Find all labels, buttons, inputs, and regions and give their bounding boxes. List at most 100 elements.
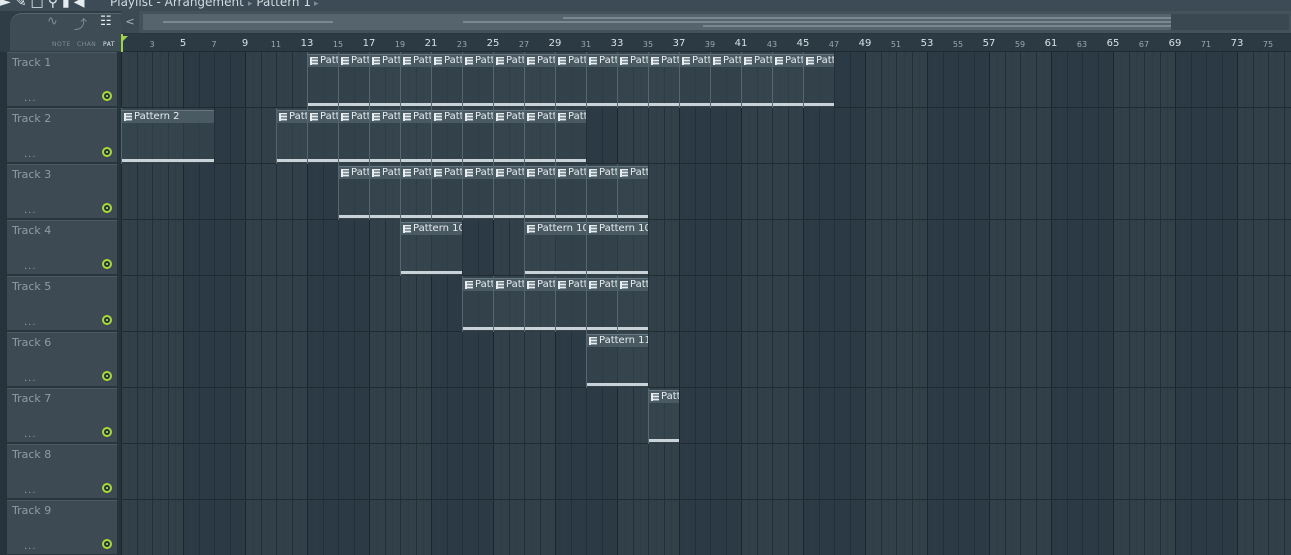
pattern-clip[interactable]: Pattern 1 — [586, 52, 617, 108]
pattern-clip[interactable]: Pattern 10 — [524, 220, 586, 276]
track-lane[interactable] — [121, 164, 1291, 220]
pattern-clip-header[interactable]: Pattern 1 — [370, 54, 400, 67]
pattern-clip-header[interactable]: Pattern 3 — [277, 110, 307, 123]
pattern-clip-header[interactable]: Pattern 10 — [587, 222, 648, 235]
track-name[interactable]: Track 5 — [12, 280, 51, 293]
pattern-clip-header[interactable]: Pattern 8 — [463, 278, 493, 291]
pattern-menu-icon[interactable] — [744, 57, 752, 65]
track-mute-toggle[interactable] — [102, 259, 112, 269]
pattern-clip[interactable]: Pattern 4 — [400, 164, 431, 220]
piano-icon[interactable]: ☷ — [100, 14, 112, 29]
track-options-button[interactable]: ... — [24, 429, 37, 440]
pattern-clip-header[interactable]: Pattern 3 — [494, 110, 524, 123]
pattern-clip-header[interactable]: Pattern 8 — [618, 278, 648, 291]
pattern-clip[interactable]: Pattern 1 — [369, 52, 400, 108]
pattern-menu-icon[interactable] — [372, 113, 380, 121]
pattern-clip[interactable]: Pattern 4 — [369, 164, 400, 220]
pattern-menu-icon[interactable] — [651, 393, 659, 401]
pattern-menu-icon[interactable] — [465, 281, 473, 289]
track-options-button[interactable]: ... — [24, 317, 37, 328]
pattern-clip[interactable]: Pattern 10 — [586, 220, 648, 276]
pattern-menu-icon[interactable] — [496, 57, 504, 65]
note-filter-button[interactable]: NOTE — [52, 41, 71, 48]
pattern-menu-icon[interactable] — [527, 225, 535, 233]
pattern-clip-header[interactable]: Pattern 3 — [463, 110, 493, 123]
pattern-clip[interactable]: Pattern 10 — [400, 220, 462, 276]
pattern-clip-header[interactable]: Pattern 11 — [587, 334, 648, 347]
track-options-button[interactable]: ... — [24, 373, 37, 384]
pattern-menu-icon[interactable] — [558, 57, 566, 65]
pattern-clip-header[interactable]: Pattern 1 — [804, 54, 834, 67]
pattern-clip[interactable]: Pattern 3 — [462, 108, 493, 164]
pattern-clip[interactable]: Pattern 8 — [493, 276, 524, 332]
playback-icon[interactable]: ▮ — [62, 0, 70, 10]
automation-icon[interactable]: ⤴ — [74, 14, 87, 33]
track-options-button[interactable]: ... — [24, 541, 37, 552]
pattern-menu-icon[interactable] — [558, 281, 566, 289]
pattern-clip-header[interactable]: Pattern 4 — [494, 166, 524, 179]
pattern-clip-header[interactable]: Pattern 1 — [339, 54, 369, 67]
pattern-clip-header[interactable]: Pattern 4 — [463, 166, 493, 179]
pattern-clip-header[interactable]: Pattern 4 — [432, 166, 462, 179]
pattern-clip-header[interactable]: Pattern 8 — [556, 278, 586, 291]
pattern-menu-icon[interactable] — [620, 169, 628, 177]
pattern-clip[interactable]: Pattern 8 — [462, 276, 493, 332]
pattern-clip-header[interactable]: Pattern 4 — [401, 166, 431, 179]
pointer-icon[interactable]: ► — [0, 0, 11, 10]
track-mute-toggle[interactable] — [102, 371, 112, 381]
track-header[interactable]: Track 9... — [7, 500, 117, 555]
scroll-left-button[interactable]: < — [121, 11, 139, 33]
track-name[interactable]: Track 9 — [12, 504, 51, 517]
pattern-clip[interactable]: Pattern 1 — [710, 52, 741, 108]
pattern-clip-header[interactable]: Pattern 1 — [494, 54, 524, 67]
track-name[interactable]: Track 1 — [12, 56, 51, 69]
pattern-menu-icon[interactable] — [527, 57, 535, 65]
pattern-clip-header[interactable]: Pattern 3 — [308, 110, 338, 123]
track-mute-toggle[interactable] — [102, 539, 112, 549]
pattern-clip-header[interactable]: Pattern 4 — [587, 166, 617, 179]
track-mute-toggle[interactable] — [102, 483, 112, 493]
pattern-clip[interactable]: Pattern 3 — [524, 108, 555, 164]
pattern-menu-icon[interactable] — [589, 225, 597, 233]
pattern-clip[interactable]: Pattern 3 — [431, 108, 462, 164]
pattern-clip-header[interactable]: Pattern 1 — [463, 54, 493, 67]
track-mute-toggle[interactable] — [102, 147, 112, 157]
pattern-menu-icon[interactable] — [310, 113, 318, 121]
chan-filter-button[interactable]: CHAN — [77, 41, 96, 48]
scroll-thumb[interactable] — [1171, 14, 1289, 30]
pattern-menu-icon[interactable] — [682, 57, 690, 65]
pattern-menu-icon[interactable] — [403, 113, 411, 121]
pattern-menu-icon[interactable] — [124, 113, 132, 121]
pattern-menu-icon[interactable] — [403, 169, 411, 177]
pattern-menu-icon[interactable] — [496, 169, 504, 177]
pattern-menu-icon[interactable] — [341, 169, 349, 177]
pattern-clip[interactable]: Pattern 1 — [648, 52, 679, 108]
pattern-menu-icon[interactable] — [558, 113, 566, 121]
track-mute-toggle[interactable] — [102, 203, 112, 213]
track-header[interactable]: Track 1... — [7, 52, 117, 107]
pattern-clip-header[interactable]: Pattern 1 — [308, 54, 338, 67]
pattern-menu-icon[interactable] — [465, 57, 473, 65]
track-lane[interactable] — [121, 388, 1291, 444]
pattern-clip[interactable]: Pattern 3 — [369, 108, 400, 164]
pattern-clip[interactable]: Pattern 4 — [617, 164, 648, 220]
pattern-menu-icon[interactable] — [465, 113, 473, 121]
pattern-menu-icon[interactable] — [372, 169, 380, 177]
pattern-clip-header[interactable]: Pattern 1 — [742, 54, 772, 67]
track-header[interactable]: Track 4... — [7, 220, 117, 275]
pattern-clip[interactable]: Pattern 3 — [276, 108, 307, 164]
pattern-clip[interactable]: Pattern 3 — [493, 108, 524, 164]
pattern-clip[interactable]: Pattern 1 — [307, 52, 338, 108]
arrangement-overview[interactable]: < — [121, 11, 1291, 34]
pattern-clip-header[interactable]: Pattern 1 — [556, 54, 586, 67]
pattern-clip-header[interactable]: Pattern 3 — [525, 110, 555, 123]
track-header[interactable]: Track 7... — [7, 388, 117, 443]
pattern-menu-icon[interactable] — [434, 169, 442, 177]
track-mute-toggle[interactable] — [102, 315, 112, 325]
pattern-clip[interactable]: Pattern 1 — [431, 52, 462, 108]
select-icon[interactable]: □ — [31, 0, 44, 10]
track-header[interactable]: Track 5... — [7, 276, 117, 331]
timeline-ruler[interactable]: 1591317212529333741454953576165697337111… — [121, 34, 1291, 52]
pattern-clip[interactable]: Pattern 4 — [493, 164, 524, 220]
pattern-clip-header[interactable]: Pattern 8 — [494, 278, 524, 291]
